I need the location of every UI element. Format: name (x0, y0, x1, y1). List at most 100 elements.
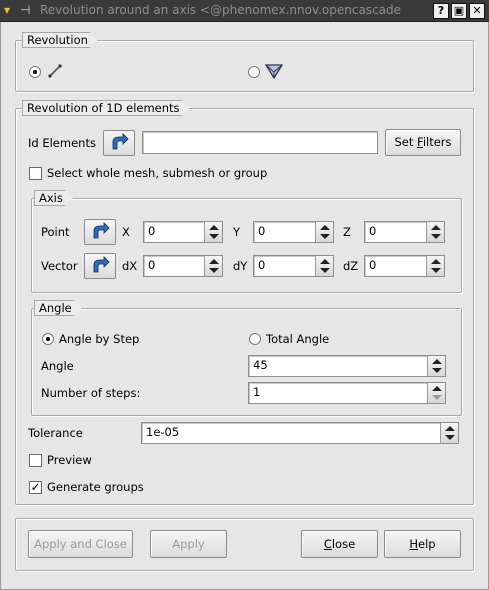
spin-down-icon[interactable] (432, 368, 442, 373)
help-label-a: H (409, 537, 419, 551)
select-elements-button[interactable] (103, 130, 135, 156)
spin-up-icon[interactable] (432, 386, 442, 391)
angle-value-label: Angle (41, 359, 74, 373)
dx-label: dX (122, 259, 138, 273)
apply-and-close-button[interactable]: Apply and Close (28, 530, 133, 558)
steps-value: 1 (253, 385, 261, 399)
spin-down-icon[interactable] (320, 234, 330, 239)
angle-group-title: Angle (34, 300, 82, 316)
y-label: Y (233, 225, 241, 239)
generate-groups-label: Generate groups (47, 480, 144, 494)
x-label: X (122, 225, 130, 239)
window-title: Revolution around an axis <@phenomex.nno… (40, 3, 402, 17)
spin-up-icon[interactable] (445, 426, 455, 431)
set-filters-button[interactable]: Set Filters (385, 129, 461, 156)
window-menu-icon[interactable]: ▾ (4, 3, 18, 17)
dx-value: 0 (148, 258, 156, 272)
preview-label: Preview (47, 453, 92, 467)
vector-label: Vector (41, 259, 78, 273)
spin-down-icon[interactable] (431, 268, 441, 273)
point-label: Point (41, 225, 70, 239)
tolerance-value: 1e-05 (146, 425, 180, 439)
select-whole-mesh-label: Select whole mesh, submesh or group (47, 166, 268, 180)
preview-checkbox[interactable] (29, 454, 42, 467)
radio-2d-elements[interactable] (248, 66, 260, 78)
angle-value: 45 (253, 358, 268, 372)
z-spinner[interactable] (426, 222, 444, 242)
pin-icon[interactable]: ⊣ (20, 3, 34, 17)
spin-down-icon[interactable] (432, 395, 442, 400)
y-input[interactable]: 0 (253, 221, 334, 243)
id-elements-label: Id Elements (28, 136, 96, 150)
x-spinner[interactable] (204, 222, 222, 242)
id-elements-input[interactable] (142, 131, 378, 154)
y-value: 0 (258, 224, 266, 238)
z-input[interactable]: 0 (364, 221, 445, 243)
select-vector-button[interactable] (84, 253, 116, 279)
z-value: 0 (369, 224, 377, 238)
spin-down-icon[interactable] (320, 268, 330, 273)
spin-down-icon[interactable] (209, 268, 219, 273)
steps-label: Number of steps: (41, 386, 141, 400)
y-spinner[interactable] (315, 222, 333, 242)
dz-input[interactable]: 0 (364, 255, 445, 277)
spin-up-icon[interactable] (320, 259, 330, 264)
dy-value: 0 (258, 258, 266, 272)
dz-spinner[interactable] (426, 256, 444, 276)
total-angle-radio[interactable] (249, 333, 261, 345)
steps-input[interactable]: 1 (248, 382, 446, 404)
elements-group-title: Revolution of 1D elements (22, 100, 190, 116)
help-title-button[interactable]: ? (433, 3, 449, 19)
set-filters-label-c: ilters (422, 135, 452, 149)
z-label: Z (343, 225, 351, 239)
dx-input[interactable]: 0 (143, 255, 223, 277)
set-filters-label-a: Set (394, 135, 418, 149)
help-button[interactable]: Help (384, 530, 461, 558)
face-icon (264, 62, 284, 80)
select-point-button[interactable] (84, 219, 116, 245)
selection-arrow-icon (93, 256, 110, 273)
spin-down-icon[interactable] (209, 234, 219, 239)
revolution-group-title: Revolution (22, 32, 98, 48)
edge-icon (47, 62, 65, 80)
spin-up-icon[interactable] (320, 225, 330, 230)
selection-arrow-icon (112, 133, 129, 150)
spin-down-icon[interactable] (431, 234, 441, 239)
apply-button[interactable]: Apply (150, 530, 227, 558)
spin-down-icon[interactable] (445, 435, 455, 440)
dz-label: dZ (343, 259, 359, 273)
angle-by-step-radio[interactable] (42, 333, 54, 345)
angle-input[interactable]: 45 (248, 355, 446, 377)
select-whole-mesh-checkbox[interactable] (29, 167, 42, 180)
dy-label: dY (233, 259, 248, 273)
tolerance-input[interactable]: 1e-05 (141, 422, 459, 444)
help-label-b: elp (418, 537, 436, 551)
spin-up-icon[interactable] (209, 259, 219, 264)
dx-spinner[interactable] (204, 256, 222, 276)
x-input[interactable]: 0 (143, 221, 223, 243)
x-value: 0 (148, 224, 156, 238)
dz-value: 0 (369, 258, 377, 272)
maximize-button[interactable]: ▣ (451, 3, 467, 19)
angle-spinner[interactable] (427, 356, 445, 376)
close-window-button[interactable]: ✕ (469, 3, 485, 19)
dy-spinner[interactable] (315, 256, 333, 276)
selection-arrow-icon (93, 222, 110, 239)
radio-1d-elements[interactable] (29, 66, 41, 78)
spin-up-icon[interactable] (209, 225, 219, 230)
close-label-b: lose (331, 537, 356, 551)
tolerance-label: Tolerance (28, 426, 83, 440)
title-bar[interactable]: ▾ ⊣ Revolution around an axis <@phenomex… (0, 0, 489, 22)
steps-spinner[interactable] (427, 383, 445, 403)
spin-up-icon[interactable] (431, 259, 441, 264)
spin-up-icon[interactable] (431, 225, 441, 230)
generate-groups-checkbox[interactable]: ✓ (29, 481, 42, 494)
close-label-a: C (323, 537, 332, 551)
angle-by-step-label: Angle by Step (59, 332, 140, 346)
dy-input[interactable]: 0 (253, 255, 334, 277)
spin-up-icon[interactable] (432, 359, 442, 364)
axis-group-title: Axis (34, 190, 73, 206)
total-angle-label: Total Angle (266, 332, 330, 346)
close-button[interactable]: Close (301, 530, 378, 558)
tolerance-spinner[interactable] (440, 423, 458, 443)
